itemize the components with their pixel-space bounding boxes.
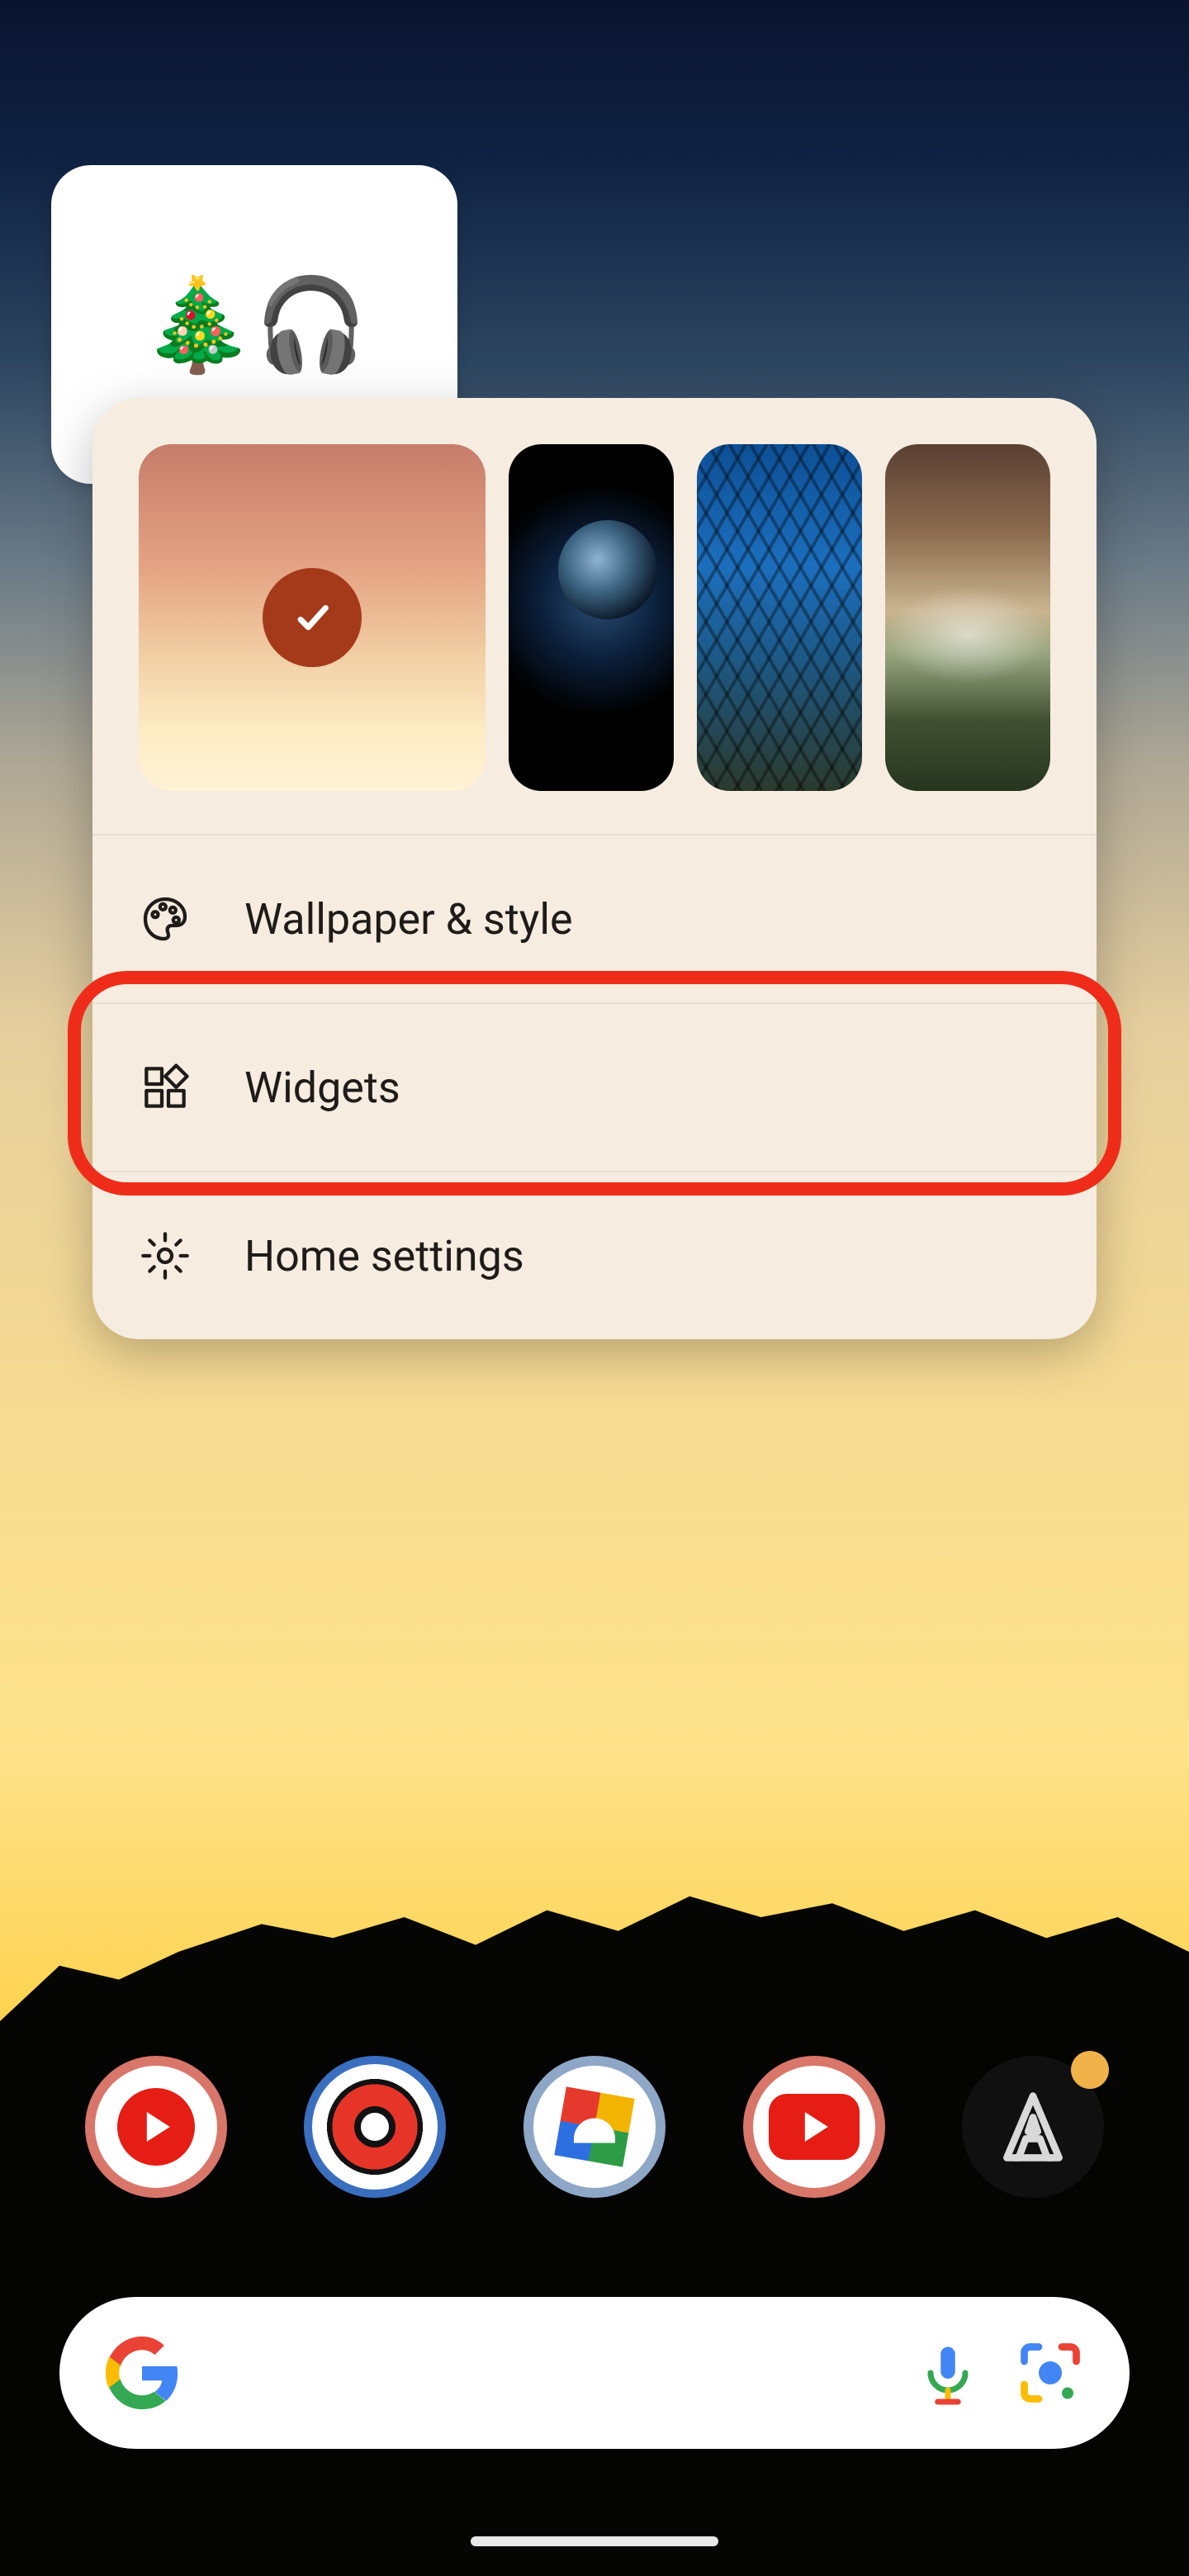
popup-menu-list: Wallpaper & style Widgets Home setti [92,834,1097,1339]
app-dock [0,2056,1189,2198]
wallpaper-thumb-forest[interactable] [885,444,1050,791]
app-icon-pokemon-go[interactable] [304,2056,446,2198]
widgets-icon [139,1061,192,1114]
wallpaper-mountain-silhouette [0,1882,1189,2576]
wallpaper-thumb-current[interactable] [139,444,486,791]
menu-item-widgets[interactable]: Widgets [92,1002,1097,1171]
menu-item-label: Wallpaper & style [244,894,573,945]
wallpaper-thumbnail-strip[interactable] [92,398,1097,834]
menu-item-home-settings[interactable]: Home settings [92,1171,1097,1339]
google-logo-icon [104,2335,180,2411]
widget-emoji-text: 🎄🎧 [141,272,367,378]
voice-search-icon[interactable] [913,2338,983,2408]
app-icon-youtube[interactable] [743,2056,885,2198]
google-search-bar[interactable] [59,2297,1130,2449]
wallpaper-thumb-structure[interactable] [697,444,862,791]
app-icon-atlas[interactable] [962,2056,1104,2198]
settings-gear-icon [139,1229,192,1282]
notification-dot-icon [1071,2051,1109,2089]
google-lens-icon[interactable] [1016,2338,1085,2408]
gesture-nav-handle[interactable] [471,2536,718,2546]
app-icon-family-link[interactable] [523,2056,666,2198]
selected-check-icon [263,568,362,667]
menu-item-wallpaper-style[interactable]: Wallpaper & style [92,834,1097,1002]
palette-icon [139,893,192,945]
wallpaper-thumb-earth[interactable] [509,444,674,791]
home-longpress-popup: Wallpaper & style Widgets Home setti [92,398,1097,1339]
menu-item-label: Widgets [244,1063,400,1113]
menu-item-label: Home settings [244,1231,524,1281]
app-icon-youtube-music[interactable] [85,2056,227,2198]
